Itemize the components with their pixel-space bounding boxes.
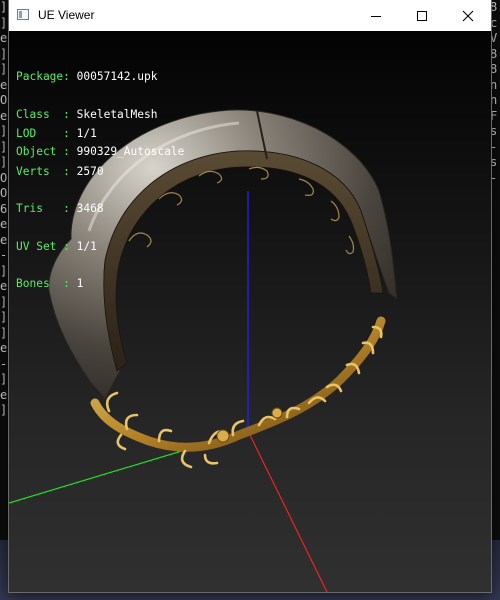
info-label: Bones :	[16, 277, 70, 290]
bg-left-char: ]	[0, 139, 8, 154]
info-label: LOD :	[16, 127, 70, 140]
bg-left-char: e	[0, 217, 8, 231]
bg-left-char: e	[0, 108, 8, 123]
info-row-tris: Tris : 3468	[16, 202, 104, 216]
window-title: UE Viewer	[38, 8, 95, 22]
info-panel-mesh: LOD : 1/1 Verts : 2570 Tris : 3468 UV Se…	[16, 103, 104, 316]
info-row-package: Package: 00057142.upk	[16, 70, 184, 84]
bg-left-char: ]	[0, 294, 8, 309]
maximize-icon	[417, 10, 427, 21]
close-icon	[462, 10, 474, 21]
bg-left-char: ]	[0, 372, 8, 386]
bg-right-char: 8	[491, 0, 498, 14]
bg-left-char: e	[0, 232, 8, 247]
minimize-icon	[371, 15, 381, 17]
title-bar[interactable]: UE Viewer	[9, 0, 491, 31]
x-axis-line	[247, 430, 328, 592]
bg-right-char: s	[491, 124, 498, 138]
info-row-verts: Verts : 2570	[16, 164, 104, 179]
bg-left-char: ]	[0, 15, 8, 30]
bg-left-char: ]	[0, 310, 8, 324]
bg-right-char: n	[491, 93, 498, 107]
bg-left-char: ]	[0, 155, 8, 169]
bg-right-char: 8	[491, 62, 498, 76]
bg-right-char: -	[491, 171, 500, 187]
background-window-right-strip: 8 c V 8 8 n n F s - s -	[491, 0, 500, 600]
bg-left-char: 6	[0, 201, 8, 216]
bg-right-char: F	[491, 108, 498, 123]
info-row-bones: Bones : 1	[16, 277, 104, 291]
close-button[interactable]	[445, 0, 491, 31]
bg-left-char: O	[0, 186, 8, 200]
bg-left-char: e	[0, 279, 8, 293]
gold-ornament-arc	[90, 316, 386, 452]
info-label: Verts :	[16, 164, 70, 178]
info-label: Tris :	[16, 202, 70, 215]
info-row-uvset: UV Set : 1/1	[16, 239, 104, 254]
bg-left-char: -	[0, 356, 8, 371]
info-label: Package:	[16, 70, 70, 83]
bg-left-char: e	[0, 387, 8, 402]
gold-ornament-detail	[105, 325, 383, 469]
bones-value: 1	[76, 277, 84, 290]
bg-left-char: -	[0, 248, 8, 262]
package-value: 00057142.upk	[76, 70, 158, 83]
bg-right-char: n	[491, 77, 498, 92]
tris-value: 3468	[76, 202, 104, 215]
3d-viewport[interactable]: Package: 00057142.upk Class : SkeletalMe…	[9, 31, 491, 592]
bg-left-char: e	[0, 341, 8, 355]
bg-right-char: s	[491, 155, 498, 169]
gold-ornament-gem	[216, 429, 230, 443]
bg-left-char: ]	[0, 0, 8, 14]
minimize-button[interactable]	[353, 0, 399, 31]
bg-left-char: e	[0, 77, 8, 92]
bg-right-char: -	[491, 140, 500, 156]
bg-left-char: O	[0, 93, 8, 107]
bg-left-char: e	[0, 31, 8, 45]
bg-left-char: ]	[0, 46, 8, 61]
bg-right-char: c	[491, 15, 498, 30]
info-label: UV Set :	[16, 239, 70, 253]
bg-left-char: ]	[0, 263, 8, 278]
uvset-value: 1/1	[76, 239, 97, 253]
background-window-left-strip: ] ] e ] ] e O e ] ] ] O O 6 e e - ] e ] …	[0, 0, 9, 600]
bg-left-char: ]	[0, 403, 8, 417]
bg-right-char: V	[491, 31, 498, 45]
ue-viewer-window: UE Viewer Package: 00057142.upk Class: …	[9, 0, 491, 592]
bg-left-char: ]	[0, 325, 8, 340]
bg-left-char: ]	[0, 62, 8, 76]
maximize-button[interactable]	[399, 0, 445, 31]
bg-right-char: 8	[491, 46, 498, 61]
info-row-lod: LOD : 1/1	[16, 127, 104, 141]
gold-ornament-gem	[271, 407, 283, 419]
verts-value: 2570	[76, 164, 104, 178]
bg-left-char: ]	[0, 124, 8, 138]
bg-left-char: O	[0, 170, 8, 185]
lod-value: 1/1	[76, 127, 97, 140]
app-window-icon[interactable]	[17, 9, 29, 20]
